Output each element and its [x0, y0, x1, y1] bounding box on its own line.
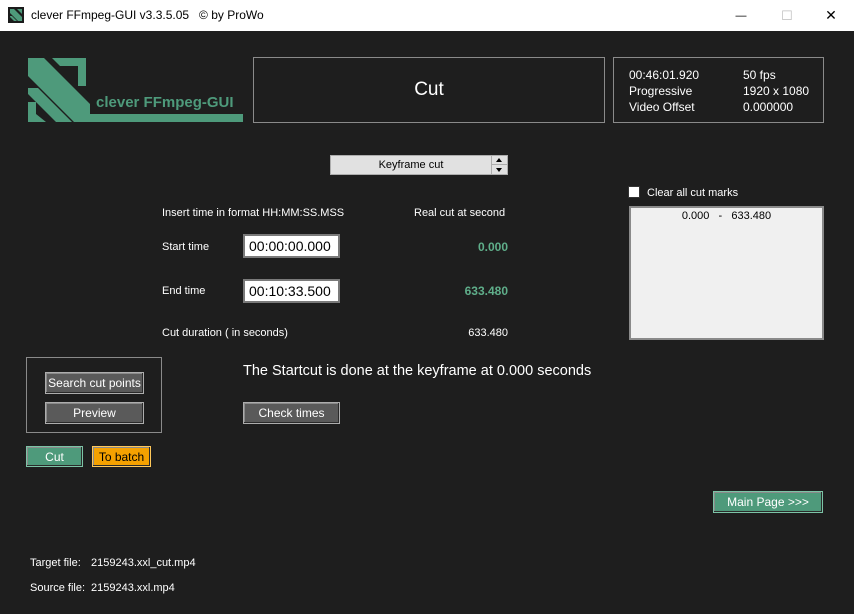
cut-mode-select[interactable]: Keyframe cut [330, 155, 508, 175]
close-button[interactable]: ✕ [808, 0, 854, 31]
app-logo: clever FFmpeg-GUI [26, 56, 244, 124]
main-page-button[interactable]: Main Page >>> [713, 491, 823, 513]
mode-title: Cut [414, 79, 444, 100]
end-time-input[interactable] [243, 279, 340, 303]
clear-cut-marks-checkbox[interactable] [628, 186, 640, 198]
video-info-panel: 00:46:01.920 50 fps Progressive 1920 x 1… [613, 57, 824, 123]
video-duration: 00:46:01.920 [629, 68, 700, 82]
start-time-label: Start time [162, 241, 210, 253]
cut-button[interactable]: Cut [26, 446, 83, 467]
source-file-label: Source file: [30, 582, 86, 594]
title-bar: clever FFmpeg-GUI v3.3.5.05 © by ProWo —… [0, 0, 854, 31]
cut-mark-item[interactable]: 0.000 - 633.480 [631, 210, 822, 222]
spinner-divider [492, 164, 508, 165]
source-file-value: 2159243.xxl.mp4 [91, 582, 175, 594]
cut-mode-value: Keyframe cut [378, 159, 444, 171]
app-icon [8, 7, 24, 23]
close-icon: ✕ [825, 7, 837, 23]
cut-marks-list[interactable]: 0.000 - 633.480 [629, 206, 824, 340]
logo-mark-icon [28, 58, 243, 122]
start-time-input[interactable] [243, 234, 340, 258]
clear-cut-marks-label: Clear all cut marks [647, 187, 739, 199]
logo-text: clever FFmpeg-GUI [96, 94, 234, 111]
to-batch-button[interactable]: To batch [92, 446, 151, 467]
target-file-label: Target file: [30, 557, 81, 569]
video-offset-value: 0.000000 [743, 100, 794, 114]
arrow-up-icon[interactable] [496, 158, 502, 162]
real-start-value: 0.000 [477, 240, 508, 254]
video-resolution: 1920 x 1080 [743, 84, 810, 98]
mode-header-panel: Cut [253, 57, 605, 123]
window-title: clever FFmpeg-GUI v3.3.5.05 © by ProWo [31, 8, 264, 22]
minimize-button[interactable]: — [718, 0, 764, 31]
minimize-icon: — [735, 9, 747, 22]
end-time-label: End time [162, 285, 206, 297]
cut-duration-label: Cut duration ( in seconds) [162, 327, 288, 339]
maximize-button[interactable]: ☐ [764, 0, 810, 31]
real-end-value: 633.480 [464, 284, 508, 298]
cut-mode-spinner[interactable] [491, 156, 508, 174]
cut-duration-value: 633.480 [468, 327, 508, 339]
maximize-icon: ☐ [781, 7, 793, 23]
video-offset-label: Video Offset [629, 100, 695, 114]
arrow-down-icon[interactable] [496, 168, 502, 172]
video-fps: 50 fps [743, 68, 776, 82]
time-format-label: Insert time in format HH:MM:SS.MSS [162, 207, 345, 219]
target-file-value: 2159243.xxl_cut.mp4 [91, 557, 196, 569]
video-scan: Progressive [629, 84, 693, 98]
check-times-button[interactable]: Check times [243, 402, 340, 424]
real-cut-label: Real cut at second [414, 207, 506, 219]
status-message: The Startcut is done at the keyframe at … [243, 363, 592, 379]
search-cut-points-button[interactable]: Search cut points [45, 372, 144, 394]
preview-button[interactable]: Preview [45, 402, 144, 424]
